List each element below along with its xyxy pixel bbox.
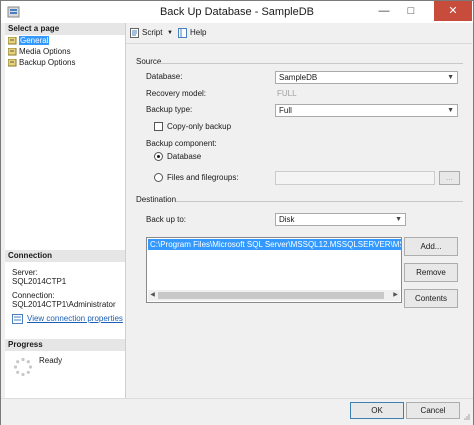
properties-icon <box>12 314 23 324</box>
destination-divider <box>176 201 463 202</box>
database-option-label: Database <box>167 152 202 161</box>
backup-to-value: Disk <box>279 215 295 224</box>
script-dropdown-arrow-icon[interactable]: ▼ <box>167 27 173 39</box>
connection-header: Connection <box>5 250 125 262</box>
source-divider <box>159 63 463 64</box>
page-icon <box>8 58 17 67</box>
backup-type-select[interactable]: Full ▼ <box>275 104 458 117</box>
remove-button[interactable]: Remove <box>404 263 458 282</box>
page-item-backup-options[interactable]: Backup Options <box>8 58 75 68</box>
view-connection-properties-link[interactable]: View connection properties <box>27 314 123 324</box>
backup-to-select[interactable]: Disk ▼ <box>275 213 406 226</box>
chevron-down-icon: ▼ <box>395 216 402 223</box>
connection-value: SQL2014CTP1\Administrator <box>12 300 116 309</box>
script-button[interactable]: Script <box>142 27 162 39</box>
database-value: SampleDB <box>279 73 318 82</box>
destination-group-label: Destination <box>136 195 177 204</box>
server-value: SQL2014CTP1 <box>12 277 67 286</box>
select-page-header: Select a page <box>5 23 125 35</box>
resize-grip-icon[interactable] <box>463 413 471 421</box>
chevron-down-icon: ▼ <box>447 107 454 114</box>
files-option-label: Files and filegroups: <box>167 173 239 182</box>
help-icon <box>178 28 187 38</box>
scrollbar-thumb[interactable] <box>158 292 384 299</box>
backup-type-value: Full <box>279 106 292 115</box>
scroll-right-icon[interactable]: ▶ <box>391 290 400 301</box>
source-group-label: Source <box>136 57 162 66</box>
database-select[interactable]: SampleDB ▼ <box>275 71 458 84</box>
copy-only-checkbox[interactable] <box>154 122 163 131</box>
toolbar: Script ▼ Help <box>126 23 472 44</box>
database-label: Database: <box>146 72 183 81</box>
horizontal-scrollbar[interactable]: ◀ ▶ <box>148 290 400 301</box>
backup-destination-list[interactable]: C:\Program Files\Microsoft SQL Server\MS… <box>146 237 402 303</box>
progress-spinner-icon <box>13 357 33 377</box>
files-filegroups-field <box>275 171 435 185</box>
page-item-media-options[interactable]: Media Options <box>8 47 71 57</box>
progress-header: Progress <box>5 339 125 351</box>
maximize-button[interactable]: □ <box>398 1 424 21</box>
page-item-label: Media Options <box>19 47 71 56</box>
minimize-button[interactable]: — <box>371 1 397 21</box>
title-bar: Back Up Database - SampleDB — □ ✕ <box>1 1 473 23</box>
backup-type-label: Backup type: <box>146 105 193 114</box>
left-panel: Select a page General Media Options Back… <box>5 23 126 405</box>
cancel-button[interactable]: Cancel <box>406 402 460 419</box>
page-item-label: General <box>19 36 50 45</box>
backup-component-label: Backup component: <box>146 139 217 148</box>
close-button[interactable]: ✕ <box>434 1 472 21</box>
chevron-down-icon: ▼ <box>447 74 454 81</box>
footer-bar: OK Cancel <box>1 398 473 425</box>
add-button[interactable]: Add... <box>404 237 458 256</box>
files-filegroups-radio[interactable] <box>154 173 163 182</box>
page-item-general[interactable]: General <box>8 36 50 46</box>
database-component-radio[interactable] <box>154 152 163 161</box>
backup-to-label: Back up to: <box>146 215 187 224</box>
page-icon <box>8 47 17 56</box>
recovery-model-label: Recovery model: <box>146 89 207 98</box>
backup-dialog: Back Up Database - SampleDB — □ ✕ Select… <box>0 0 474 425</box>
browse-files-button[interactable]: ... <box>439 171 460 185</box>
contents-button[interactable]: Contents <box>404 289 458 308</box>
copy-only-label: Copy-only backup <box>167 122 232 131</box>
script-icon <box>130 28 139 38</box>
help-button[interactable]: Help <box>190 27 206 39</box>
page-icon <box>8 36 17 45</box>
scroll-left-icon[interactable]: ◀ <box>148 290 157 301</box>
list-item[interactable]: C:\Program Files\Microsoft SQL Server\MS… <box>148 239 401 250</box>
progress-status: Ready <box>39 356 63 365</box>
recovery-model-value: FULL <box>277 89 297 98</box>
ok-button[interactable]: OK <box>350 402 404 419</box>
page-item-label: Backup Options <box>19 58 76 67</box>
